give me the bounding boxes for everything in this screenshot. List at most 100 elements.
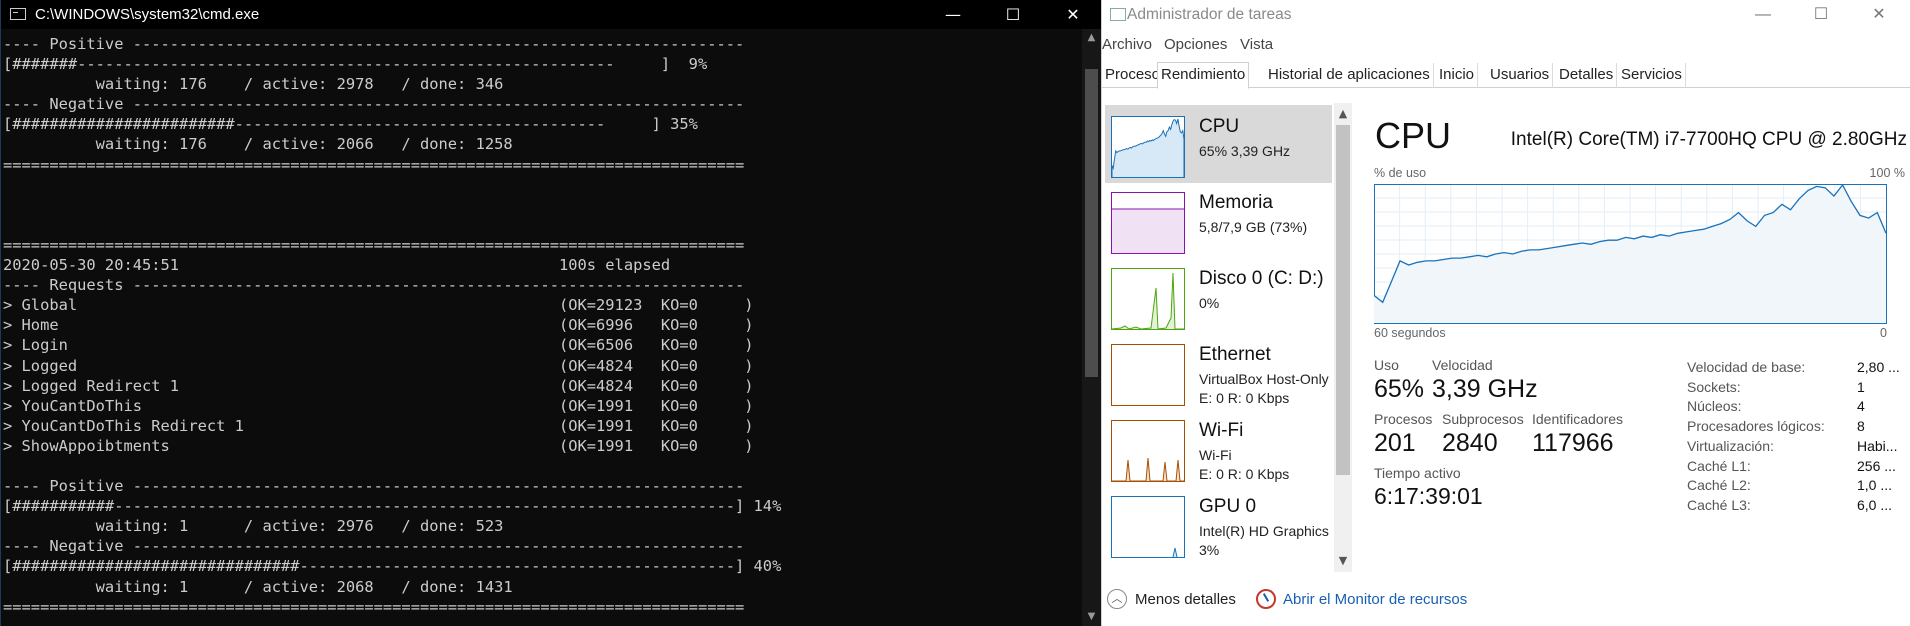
cmd-window-title: C:\WINDOWS\system32\cmd.exe bbox=[35, 6, 260, 23]
task-manager-window: Administrador de tareas — ☐ ✕ Archivo Op… bbox=[1101, 0, 1910, 626]
detail-key: Virtualización: bbox=[1687, 437, 1774, 454]
scroll-thumb[interactable] bbox=[1336, 125, 1350, 475]
wifi-thumbnail-graph bbox=[1111, 420, 1185, 482]
tab-usuarios[interactable]: Usuarios bbox=[1487, 63, 1554, 88]
resource-monitor-icon[interactable] bbox=[1256, 589, 1276, 609]
close-button[interactable]: ✕ bbox=[1044, 0, 1102, 29]
scroll-thumb[interactable] bbox=[1085, 69, 1098, 377]
cmd-window: C:\WINDOWS\system32\cmd.exe — ☐ ✕ ---- P… bbox=[0, 0, 1102, 626]
velocidad-value: 3,39 GHz bbox=[1432, 375, 1538, 403]
tab-inicio[interactable]: Inicio bbox=[1436, 63, 1479, 88]
resource-sub: Wi-Fi bbox=[1199, 447, 1232, 463]
resource-item-ethernet[interactable]: Ethernet VirtualBox Host-Only E: 0 R: 0 … bbox=[1105, 333, 1332, 411]
console-line: ========================================… bbox=[3, 235, 745, 254]
page-title: CPU bbox=[1375, 115, 1452, 156]
menu-vista[interactable]: Vista bbox=[1240, 36, 1273, 53]
cpu-thumbnail-graph bbox=[1111, 116, 1185, 178]
resource-item-disco[interactable]: Disco 0 (C: D:) 0% bbox=[1105, 257, 1332, 335]
console-line: waiting: 176 / active: 2066 / done: 1258 bbox=[3, 135, 513, 154]
uso-label: Uso bbox=[1374, 357, 1399, 373]
tm-maximize-button[interactable]: ☐ bbox=[1792, 0, 1850, 30]
open-resource-monitor-link[interactable]: Abrir el Monitor de recursos bbox=[1283, 591, 1467, 608]
detail-value: 2,80 ... bbox=[1857, 359, 1900, 375]
console-icon bbox=[10, 8, 26, 20]
chevron-up-icon[interactable]: ︿ bbox=[1107, 589, 1127, 609]
maximize-button[interactable]: ☐ bbox=[984, 0, 1042, 29]
tm-minimize-button[interactable]: — bbox=[1734, 0, 1792, 30]
menu-opciones[interactable]: Opciones bbox=[1164, 36, 1227, 53]
console-line: [###############################--------… bbox=[3, 557, 782, 576]
cmd-scrollbar[interactable]: ▲ ▼ bbox=[1082, 29, 1101, 626]
chevron-up-icon[interactable]: ▲ bbox=[1334, 107, 1352, 120]
resource-sub: 5,8/7,9 GB (73%) bbox=[1199, 219, 1308, 235]
detail-key: Núcleos: bbox=[1687, 398, 1742, 415]
resource-item-gpu[interactable]: GPU 0 Intel(R) HD Graphics 3% bbox=[1105, 485, 1332, 563]
subprocesos-value: 2840 bbox=[1442, 429, 1498, 457]
detail-key: Velocidad de base: bbox=[1687, 359, 1806, 375]
tab-detalles[interactable]: Detalles bbox=[1556, 63, 1618, 88]
cpu-model: Intel(R) Core(TM) i7-7700HQ CPU @ 2.80GH… bbox=[1510, 129, 1907, 150]
tm-close-button[interactable]: ✕ bbox=[1850, 0, 1908, 30]
identificadores-label: Identificadores bbox=[1532, 411, 1624, 427]
graph-label-right: 100 % bbox=[1869, 166, 1905, 180]
resource-item-wifi[interactable]: Wi-Fi Wi-Fi E: 0 R: 0 Kbps bbox=[1105, 409, 1332, 487]
minimize-button[interactable]: — bbox=[924, 0, 982, 29]
resource-list-scrollbar[interactable]: ▲ ▼ bbox=[1334, 103, 1352, 572]
resource-sub: Intel(R) HD Graphics bbox=[1199, 523, 1329, 539]
graph-label-left: % de uso bbox=[1374, 166, 1427, 180]
detail-value: 1,0 ... bbox=[1857, 477, 1893, 494]
resource-name: CPU bbox=[1199, 116, 1240, 137]
memory-thumbnail-graph bbox=[1111, 192, 1185, 254]
tab-historial[interactable]: Historial de aplicaciones bbox=[1265, 63, 1434, 88]
tiempo-activo-label: Tiempo activo bbox=[1374, 465, 1461, 481]
console-output[interactable]: ---- Positive --------------------------… bbox=[3, 34, 1083, 626]
resource-name: Wi-Fi bbox=[1199, 420, 1244, 441]
resource-name: Disco 0 (C: D:) bbox=[1199, 268, 1324, 289]
detail-key: Sockets: bbox=[1687, 378, 1741, 395]
tab-bar: Procesos Rendimiento Historial de aplica… bbox=[1102, 62, 1910, 89]
graph-bottom-left: 60 segundos bbox=[1374, 326, 1446, 340]
console-line: > YouCantDoThis Redirect 1 (OK=1991 KO=0… bbox=[3, 416, 754, 435]
procesos-label: Procesos bbox=[1374, 411, 1433, 427]
chevron-down-icon[interactable]: ▼ bbox=[1334, 554, 1352, 567]
console-line: [###########----------------------------… bbox=[3, 497, 782, 516]
tiempo-activo-value: 6:17:39:01 bbox=[1374, 483, 1483, 509]
tab-rendimiento[interactable]: Rendimiento bbox=[1157, 62, 1250, 89]
console-line: > Global (OK=29123 KO=0 ) bbox=[3, 296, 754, 315]
fewer-details-link[interactable]: Menos detalles bbox=[1135, 591, 1236, 608]
console-line: waiting: 1 / active: 2976 / done: 523 bbox=[3, 517, 504, 536]
console-line: ---- Positive --------------------------… bbox=[3, 35, 745, 53]
console-line: > Logged Redirect 1 (OK=4824 KO=0 ) bbox=[3, 376, 754, 395]
cmd-title-bar[interactable]: C:\WINDOWS\system32\cmd.exe — ☐ ✕ bbox=[1, 0, 1102, 29]
menu-archivo[interactable]: Archivo bbox=[1102, 36, 1152, 53]
console-line: ---- Negative --------------------------… bbox=[3, 95, 745, 114]
resource-item-memoria[interactable]: Memoria 5,8/7,9 GB (73%) bbox=[1105, 181, 1332, 259]
console-line: waiting: 1 / active: 2068 / done: 1431 bbox=[3, 577, 513, 596]
resource-name: GPU 0 bbox=[1199, 496, 1257, 517]
tm-title-bar[interactable]: Administrador de tareas — ☐ ✕ bbox=[1102, 0, 1910, 30]
detail-key: Caché L1: bbox=[1687, 457, 1751, 474]
scroll-down-arrow-icon[interactable]: ▼ bbox=[1082, 611, 1101, 622]
graph-bottom-right: 0 bbox=[1880, 326, 1887, 340]
console-line: > ShowAppoibtments (OK=1991 KO=0 ) bbox=[3, 436, 754, 455]
tab-servicios[interactable]: Servicios bbox=[1618, 63, 1686, 88]
console-line: [########################---------------… bbox=[3, 115, 698, 134]
gpu-thumbnail-graph bbox=[1111, 496, 1185, 558]
resource-name: Memoria bbox=[1199, 192, 1273, 213]
resource-sub: VirtualBox Host-Only bbox=[1199, 371, 1329, 387]
scroll-up-arrow-icon[interactable]: ▲ bbox=[1082, 32, 1101, 43]
detail-key: Caché L2: bbox=[1687, 477, 1751, 494]
resource-item-cpu[interactable]: CPU 65% 3,39 GHz bbox=[1105, 105, 1332, 183]
resource-sub: 0% bbox=[1199, 295, 1220, 311]
console-line: ---- Positive --------------------------… bbox=[3, 477, 745, 496]
task-manager-icon bbox=[1110, 8, 1126, 21]
console-line: ========================================… bbox=[3, 597, 745, 616]
detail-value: 4 bbox=[1857, 398, 1865, 415]
resource-sub-2: E: 0 R: 0 Kbps bbox=[1199, 390, 1290, 406]
detail-key: Caché L3: bbox=[1687, 496, 1751, 513]
subprocesos-label: Subprocesos bbox=[1442, 411, 1524, 427]
console-line: waiting: 176 / active: 2978 / done: 346 bbox=[3, 75, 504, 94]
